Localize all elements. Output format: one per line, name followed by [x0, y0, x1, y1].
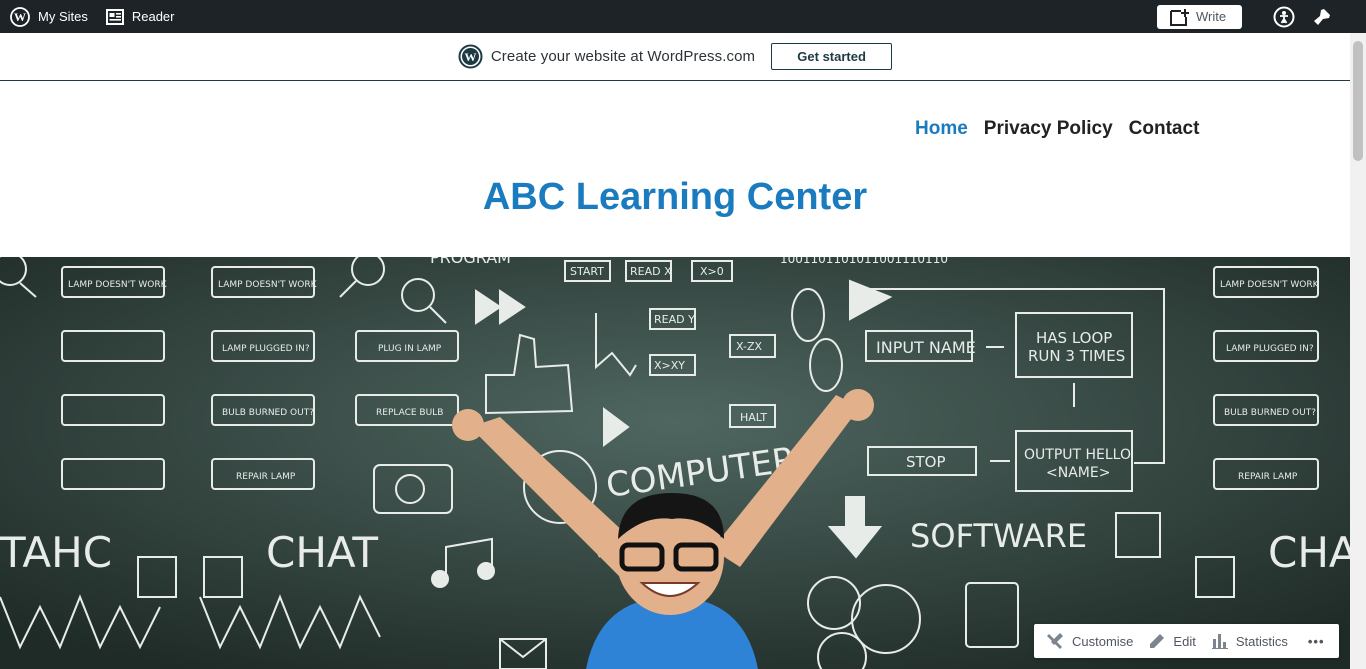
write-button[interactable]: Write — [1157, 4, 1242, 29]
wordpress-logo-icon: W — [10, 6, 30, 27]
svg-text:REPAIR LAMP: REPAIR LAMP — [236, 472, 296, 482]
write-label: Write — [1196, 9, 1227, 24]
reader-label: Reader — [131, 9, 175, 24]
svg-text:READ Y: READ Y — [654, 313, 695, 326]
svg-text:LAMP PLUGGED IN?: LAMP PLUGGED IN? — [1226, 344, 1314, 354]
my-sites-label: My Sites — [38, 9, 88, 24]
main-navigation: Home Privacy Policy Contact — [915, 118, 1215, 140]
more-options-button[interactable]: ••• — [1308, 634, 1325, 649]
svg-text:X>0: X>0 — [700, 265, 724, 278]
svg-text:CHA: CHA — [1268, 528, 1350, 577]
svg-text:TAHC: TAHC — [0, 528, 112, 577]
svg-text:RUN 3 TIMES: RUN 3 TIMES — [1028, 347, 1125, 365]
statistics-label: Statistics — [1235, 633, 1288, 649]
signup-banner: W Create your website at WordPress.com G… — [0, 33, 1350, 81]
page-scrollbar[interactable] — [1350, 33, 1366, 669]
edit-label: Edit — [1173, 633, 1196, 649]
admin-action-bar: Customise Edit Statistics ••• — [1034, 624, 1339, 658]
reader-icon — [105, 8, 124, 25]
nav-item-home[interactable]: Home — [915, 118, 968, 140]
wordpress-logo-icon: W — [458, 44, 483, 69]
edit-button[interactable]: Edit — [1149, 633, 1196, 649]
svg-text:LAMP PLUGGED IN?: LAMP PLUGGED IN? — [222, 344, 310, 354]
nav-item-contact[interactable]: Contact — [1129, 118, 1200, 140]
scrollbar-thumb[interactable] — [1353, 41, 1363, 161]
svg-text:BULB BURNED OUT?: BULB BURNED OUT? — [1224, 408, 1316, 418]
svg-text:SOFTWARE: SOFTWARE — [910, 517, 1087, 555]
svg-text:BULB BURNED OUT?: BULB BURNED OUT? — [222, 408, 314, 418]
svg-text:1001101101011001110110: 1001101101011001110110 — [780, 257, 948, 266]
signup-text: Create your website at WordPress.com — [490, 48, 756, 65]
svg-text:LAMP DOESN'T WORK: LAMP DOESN'T WORK — [218, 280, 318, 290]
nav-item-privacy-policy[interactable]: Privacy Policy — [984, 118, 1113, 140]
customise-label: Customise — [1072, 633, 1134, 649]
svg-text:REPLACE BULB: REPLACE BULB — [376, 408, 443, 418]
svg-text:LAMP DOESN'T WORK: LAMP DOESN'T WORK — [1220, 280, 1320, 290]
svg-text:HAS LOOP: HAS LOOP — [1036, 329, 1112, 347]
new-post-icon — [1170, 8, 1189, 26]
svg-text:PLUG IN LAMP: PLUG IN LAMP — [378, 344, 442, 354]
reader-menu[interactable]: Reader — [105, 0, 175, 33]
svg-text:LAMP DOESN'T WORK: LAMP DOESN'T WORK — [68, 280, 168, 290]
admin-bar: W My Sites Reader Write — [0, 0, 1366, 33]
svg-text:REPAIR LAMP: REPAIR LAMP — [1238, 472, 1298, 482]
get-started-button[interactable]: Get started — [771, 43, 893, 70]
notifications-button[interactable] — [1310, 5, 1334, 29]
svg-text:X-ZX: X-ZX — [736, 340, 762, 353]
chalkboard-illustration: PROGRAM START READ X X>0 READ Y X-ZX X>X… — [0, 257, 1350, 669]
svg-text:<NAME>: <NAME> — [1046, 465, 1110, 481]
svg-text:W: W — [14, 10, 26, 24]
account-button[interactable] — [1272, 5, 1296, 29]
pencil-icon — [1150, 634, 1165, 648]
notifications-bell-icon — [1314, 8, 1330, 25]
svg-text:CHAT: CHAT — [266, 528, 378, 577]
account-icon — [1273, 6, 1295, 27]
svg-text:HALT: HALT — [740, 411, 767, 424]
my-sites-menu[interactable]: W My Sites — [10, 0, 88, 33]
svg-text:W: W — [464, 50, 476, 64]
hero-image: PROGRAM START READ X X>0 READ Y X-ZX X>X… — [0, 257, 1350, 669]
svg-text:INPUT NAME: INPUT NAME — [876, 338, 976, 357]
svg-text:PROGRAM: PROGRAM — [430, 257, 511, 267]
statistics-button[interactable]: Statistics — [1211, 633, 1288, 649]
svg-text:STOP: STOP — [906, 453, 946, 471]
svg-text:READ X: READ X — [630, 265, 672, 278]
svg-text:START: START — [570, 265, 604, 278]
customise-button[interactable]: Customise — [1046, 632, 1133, 650]
bar-chart-icon — [1211, 634, 1228, 649]
tools-icon — [1047, 633, 1063, 649]
svg-text:OUTPUT HELLO: OUTPUT HELLO — [1024, 447, 1131, 463]
site-title[interactable]: ABC Learning Center — [0, 176, 1350, 219]
svg-text:X>XY: X>XY — [654, 359, 685, 372]
